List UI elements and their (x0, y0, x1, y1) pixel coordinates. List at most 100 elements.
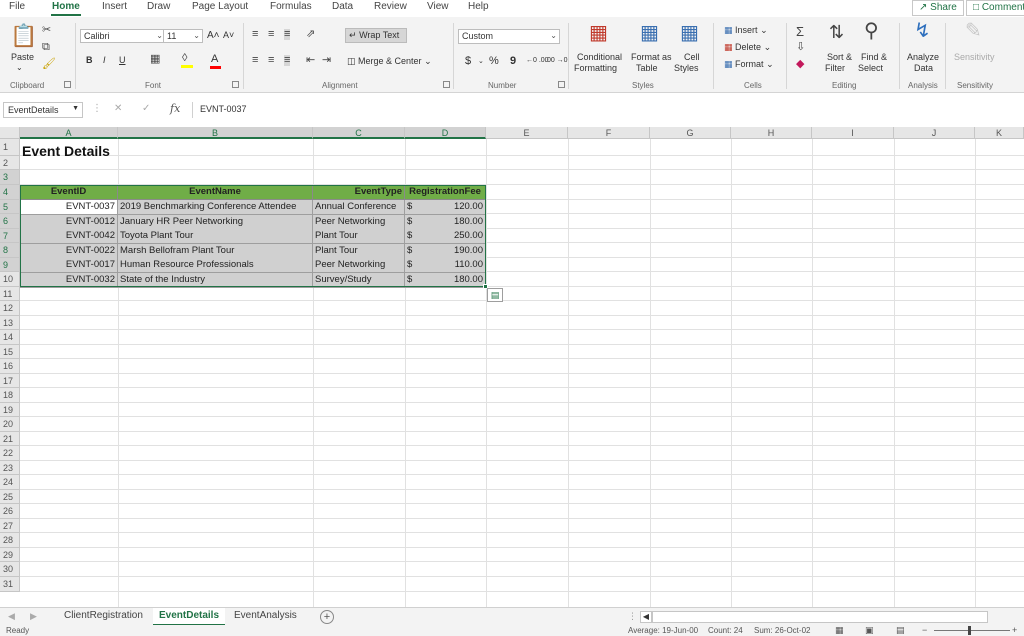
insert-function-button[interactable]: fx (170, 102, 180, 115)
cell-fee-amount[interactable]: 120.00 (425, 200, 486, 215)
sheet-tab-eventdetails[interactable]: EventDetails (153, 608, 226, 626)
tab-file[interactable]: File (9, 1, 25, 12)
cell-eventid[interactable]: EVNT-0017 (20, 258, 118, 273)
sheet-tab-clientregistration[interactable]: ClientRegistration (58, 608, 149, 626)
format-cells-button[interactable]: ▦ Format ⌄ (724, 59, 774, 70)
paste-label[interactable]: Paste (11, 52, 34, 62)
format-as-table-label-1[interactable]: Format as (631, 52, 672, 62)
align-right-icon[interactable]: ≡ (284, 55, 291, 66)
tab-page-layout[interactable]: Page Layout (192, 1, 248, 12)
clear-icon[interactable]: ◆ (796, 59, 804, 70)
cell-eventid[interactable]: EVNT-0037 (20, 200, 118, 215)
row-header-2[interactable]: 2 (0, 156, 20, 170)
sort-filter-icon[interactable]: ⇅ (829, 23, 844, 41)
bold-button[interactable]: B (86, 55, 93, 65)
clipboard-launcher-icon[interactable] (64, 81, 71, 88)
align-center-icon[interactable]: ≡ (268, 55, 274, 66)
conditional-formatting-label-1[interactable]: Conditional (577, 52, 622, 62)
font-name-select[interactable]: Calibri ⌄ (80, 29, 166, 43)
enter-icon[interactable]: ✓ (142, 103, 150, 114)
row-header-26[interactable]: 26 (0, 504, 20, 519)
row-header-5[interactable]: 5 (0, 200, 20, 214)
fill-color-icon[interactable]: ◊ (182, 53, 187, 64)
row-header-19[interactable]: 19 (0, 403, 20, 417)
cell-fee-currency[interactable]: $ (405, 244, 425, 259)
cell-eventname[interactable]: Human Resource Professionals (118, 258, 313, 273)
normal-view-icon[interactable]: ▦ (835, 625, 844, 636)
page-break-view-icon[interactable]: ▤ (896, 625, 905, 636)
borders-icon[interactable]: ▦ (150, 54, 160, 65)
align-bottom-icon[interactable]: ≡ (284, 29, 291, 40)
table-header-eventid[interactable]: EventID (20, 185, 118, 200)
autosum-icon[interactable]: Σ (796, 25, 804, 38)
align-top-icon[interactable]: ≡ (252, 29, 258, 40)
cell-eventtype[interactable]: Plant Tour (313, 229, 405, 244)
cancel-icon[interactable]: ✕ (114, 103, 122, 114)
italic-button[interactable]: I (103, 55, 106, 65)
formula-input[interactable]: EVNT-0037 (192, 102, 1024, 118)
underline-button[interactable]: U (119, 55, 126, 65)
row-header-20[interactable]: 20 (0, 417, 20, 432)
cell-fee-currency[interactable]: $ (405, 229, 425, 244)
cell-eventtype[interactable]: Annual Conference (313, 200, 405, 215)
cell-fee-currency[interactable]: $ (405, 215, 425, 230)
name-box[interactable]: EventDetails ▼ (3, 102, 83, 118)
column-header-c[interactable]: C (313, 127, 405, 139)
row-header-22[interactable]: 22 (0, 446, 20, 461)
row-header-14[interactable]: 14 (0, 330, 20, 345)
tab-draw[interactable]: Draw (147, 1, 170, 12)
cell-eventtype[interactable]: Peer Networking (313, 258, 405, 273)
row-header-9[interactable]: 9 (0, 258, 20, 272)
cell-eventname[interactable]: Marsh Bellofram Plant Tour (118, 244, 313, 259)
share-button[interactable]: ↗ Share (912, 0, 964, 16)
orientation-icon[interactable]: ⇗ (306, 29, 315, 40)
column-header-a[interactable]: A (20, 127, 118, 139)
alignment-launcher-icon[interactable] (443, 81, 450, 88)
font-size-select[interactable]: 11 ⌄ (163, 29, 203, 43)
tab-formulas[interactable]: Formulas (270, 1, 312, 12)
comma-style-button[interactable]: 9 (510, 55, 516, 67)
row-header-30[interactable]: 30 (0, 562, 20, 577)
analyze-data-label-1[interactable]: Analyze (907, 52, 939, 62)
align-left-icon[interactable]: ≡ (252, 55, 258, 66)
font-launcher-icon[interactable] (232, 81, 239, 88)
sheet-title[interactable]: Event Details (22, 143, 110, 159)
column-header-f[interactable]: F (568, 127, 650, 139)
cell-fee-currency[interactable]: $ (405, 200, 425, 215)
tab-data[interactable]: Data (332, 1, 353, 12)
sensitivity-button[interactable]: Sensitivity (954, 52, 995, 62)
cell-eventid[interactable]: EVNT-0022 (20, 244, 118, 259)
row-header-31[interactable]: 31 (0, 577, 20, 592)
delete-cells-button[interactable]: ▦ Delete ⌄ (724, 42, 771, 53)
row-header-21[interactable]: 21 (0, 432, 20, 446)
page-layout-view-icon[interactable]: ▣ (865, 625, 874, 636)
cell-eventid[interactable]: EVNT-0032 (20, 273, 118, 288)
format-as-table-icon[interactable]: ▦ (640, 23, 659, 43)
column-header-g[interactable]: G (650, 127, 731, 139)
cell-fee-amount[interactable]: 190.00 (425, 244, 486, 259)
copy-icon[interactable]: ⧉ (42, 42, 50, 53)
conditional-formatting-icon[interactable]: ▦ (589, 23, 608, 43)
row-header-27[interactable]: 27 (0, 519, 20, 533)
zoom-slider-thumb[interactable] (968, 626, 971, 635)
cell-eventname[interactable]: 2019 Benchmarking Conference Attendee (118, 200, 313, 215)
number-launcher-icon[interactable] (558, 81, 565, 88)
table-header-registrationfee[interactable]: RegistrationFee (405, 185, 486, 200)
find-select-label-1[interactable]: Find & (861, 52, 887, 62)
cell-fee-currency[interactable]: $ (405, 258, 425, 273)
column-header-b[interactable]: B (118, 127, 313, 139)
analyze-data-label-2[interactable]: Data (914, 63, 933, 73)
align-middle-icon[interactable]: ≡ (268, 29, 274, 40)
row-header-4[interactable]: 4 (0, 185, 20, 200)
decrease-indent-icon[interactable]: ⇤ (306, 55, 315, 66)
cell-fee-currency[interactable]: $ (405, 273, 425, 288)
row-header-18[interactable]: 18 (0, 388, 20, 403)
percent-button[interactable]: % (489, 55, 499, 67)
find-select-icon[interactable]: ⚲ (864, 21, 879, 41)
comments-button[interactable]: □ Comments (966, 0, 1024, 16)
cut-icon[interactable]: ✂ (42, 25, 51, 36)
format-as-table-label-2[interactable]: Table (636, 63, 658, 73)
cell-eventname[interactable]: January HR Peer Networking (118, 215, 313, 230)
tab-home[interactable]: Home (52, 1, 80, 12)
quick-analysis-icon[interactable]: ▤ (487, 288, 503, 302)
